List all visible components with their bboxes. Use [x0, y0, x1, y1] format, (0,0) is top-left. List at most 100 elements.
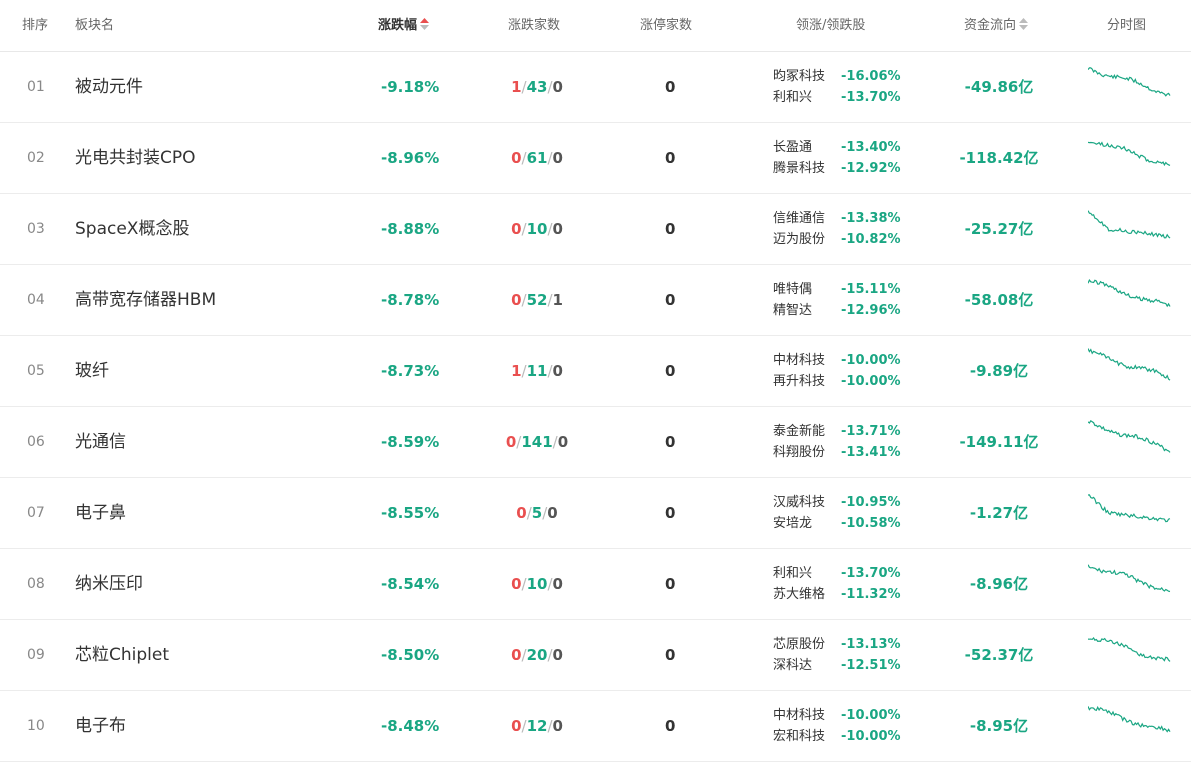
- leading-stock[interactable]: 汉威科技 -10.95%: [773, 492, 901, 513]
- up-down-counts: 0/5/0: [470, 478, 604, 548]
- rank-number: 05: [27, 363, 45, 379]
- rank-number: 09: [27, 647, 45, 663]
- change-pct: -8.54%: [381, 575, 440, 593]
- stock-name[interactable]: 中材科技: [773, 350, 841, 371]
- sector-name-link[interactable]: SpaceX概念股: [75, 194, 189, 264]
- table-row[interactable]: 02 光电共封装CPO -8.96% 0/61/0 0 长盈通 -13.40% 腾景科技 -12…: [0, 123, 1191, 194]
- down-count: 12: [526, 717, 548, 735]
- table-row[interactable]: 08 纳米压印 -8.54% 0/10/0 0 利和兴 -13.70% 苏大维格 -11.32%…: [0, 549, 1191, 620]
- leading-stock[interactable]: 精智达 -12.96%: [773, 300, 901, 321]
- change-pct: -8.96%: [381, 149, 440, 167]
- leading-stock[interactable]: 芯原股份 -13.13%: [773, 634, 901, 655]
- sparkline-path: [1088, 141, 1171, 167]
- stock-name[interactable]: 腾景科技: [773, 158, 841, 179]
- stock-name[interactable]: 中材科技: [773, 705, 841, 726]
- leading-stock[interactable]: 迈为股份 -10.82%: [773, 229, 901, 250]
- sector-name-link[interactable]: 高带宽存储器HBM: [75, 265, 216, 335]
- table-row[interactable]: 07 电子鼻 -8.55% 0/5/0 0 汉威科技 -10.95% 安培龙 -10.58% -1…: [0, 478, 1191, 549]
- fund-flow: -1.27亿: [969, 504, 1029, 522]
- leading-stock[interactable]: 信维通信 -13.38%: [773, 208, 901, 229]
- rank-number: 10: [27, 718, 45, 734]
- stock-name[interactable]: 迈为股份: [773, 229, 841, 250]
- sector-name-link[interactable]: 芯粒Chiplet: [75, 620, 169, 690]
- table-row[interactable]: 09 芯粒Chiplet -8.50% 0/20/0 0 芯原股份 -13.13% 深科达 -1…: [0, 620, 1191, 691]
- stock-change-pct: -10.82%: [841, 232, 901, 247]
- leading-stock[interactable]: 长盈通 -13.40%: [773, 137, 901, 158]
- header-up-down-counts: 涨跌家数: [508, 18, 561, 33]
- intraday-sparkline[interactable]: [1088, 348, 1172, 394]
- leading-stock[interactable]: 再升科技 -10.00%: [773, 371, 901, 392]
- down-count: 20: [526, 646, 548, 664]
- sector-name-link[interactable]: 被动元件: [75, 52, 143, 122]
- stock-name[interactable]: 安培龙: [773, 513, 841, 534]
- header-change-pct-sort[interactable]: 涨跌幅: [378, 0, 430, 51]
- sector-name-link[interactable]: 电子布: [75, 691, 126, 761]
- leading-stock[interactable]: 苏大维格 -11.32%: [773, 584, 901, 605]
- sparkline-path: [1088, 67, 1171, 97]
- leading-stock[interactable]: 泰金新能 -13.71%: [773, 421, 901, 442]
- limit-up-count: 0: [665, 575, 676, 593]
- leading-stock[interactable]: 唯特偶 -15.11%: [773, 279, 901, 300]
- leading-stock[interactable]: 腾景科技 -12.92%: [773, 158, 901, 179]
- stock-name[interactable]: 科翔股份: [773, 442, 841, 463]
- table-row[interactable]: 05 玻纤 -8.73% 1/11/0 0 中材科技 -10.00% 再升科技 -10.00% -…: [0, 336, 1191, 407]
- stock-name[interactable]: 汉威科技: [773, 492, 841, 513]
- stock-name[interactable]: 唯特偶: [773, 279, 841, 300]
- sector-name-link[interactable]: 玻纤: [75, 336, 109, 406]
- header-fund-flow-sort[interactable]: 资金流向: [964, 0, 1029, 51]
- stock-name[interactable]: 信维通信: [773, 208, 841, 229]
- intraday-sparkline[interactable]: [1088, 490, 1172, 536]
- table-row[interactable]: 06 光通信 -8.59% 0/141/0 0 泰金新能 -13.71% 科翔股份 -13.41…: [0, 407, 1191, 478]
- down-count: 141: [521, 433, 553, 451]
- table-row[interactable]: 03 SpaceX概念股 -8.88% 0/10/0 0 信维通信 -13.38% 迈为股份 -…: [0, 194, 1191, 265]
- leading-stock[interactable]: 中材科技 -10.00%: [773, 350, 901, 371]
- sparkline-path: [1088, 278, 1171, 308]
- fund-flow: -9.89亿: [969, 362, 1029, 380]
- up-down-counts: 0/61/0: [470, 123, 604, 193]
- stock-name[interactable]: 宏和科技: [773, 726, 841, 747]
- stock-name[interactable]: 长盈通: [773, 137, 841, 158]
- sector-name-link[interactable]: 光通信: [75, 407, 126, 477]
- leading-stock[interactable]: 利和兴 -13.70%: [773, 87, 901, 108]
- table-row[interactable]: 10 电子布 -8.48% 0/12/0 0 中材科技 -10.00% 宏和科技 -10.00%…: [0, 691, 1191, 762]
- intraday-sparkline[interactable]: [1088, 277, 1172, 323]
- stock-name[interactable]: 芯原股份: [773, 634, 841, 655]
- intraday-sparkline[interactable]: [1088, 703, 1172, 749]
- up-count: 0: [511, 717, 522, 735]
- stock-name[interactable]: 深科达: [773, 655, 841, 676]
- leading-stock[interactable]: 宏和科技 -10.00%: [773, 726, 901, 747]
- stock-change-pct: -13.70%: [841, 566, 901, 581]
- header-fund-flow-label: 资金流向: [964, 18, 1017, 33]
- flat-count: 0: [552, 362, 563, 380]
- sector-name-link[interactable]: 光电共封装CPO: [75, 123, 196, 193]
- leading-stock[interactable]: 利和兴 -13.70%: [773, 563, 901, 584]
- leading-stock[interactable]: 安培龙 -10.58%: [773, 513, 901, 534]
- stock-name[interactable]: 苏大维格: [773, 584, 841, 605]
- down-count: 52: [526, 291, 548, 309]
- stock-name[interactable]: 泰金新能: [773, 421, 841, 442]
- stock-name[interactable]: 昀冢科技: [773, 66, 841, 87]
- limit-up-count: 0: [665, 646, 676, 664]
- sector-name-link[interactable]: 纳米压印: [75, 549, 143, 619]
- stock-name[interactable]: 精智达: [773, 300, 841, 321]
- up-down-counts: 0/10/0: [470, 194, 604, 264]
- leading-stock[interactable]: 科翔股份 -13.41%: [773, 442, 901, 463]
- leading-stock[interactable]: 深科达 -12.51%: [773, 655, 901, 676]
- table-row[interactable]: 04 高带宽存储器HBM -8.78% 0/52/1 0 唯特偶 -15.11% 精智达 -12…: [0, 265, 1191, 336]
- stock-name[interactable]: 再升科技: [773, 371, 841, 392]
- intraday-sparkline[interactable]: [1088, 64, 1172, 110]
- intraday-sparkline[interactable]: [1088, 206, 1172, 252]
- stock-name[interactable]: 利和兴: [773, 87, 841, 108]
- up-count: 1: [511, 362, 522, 380]
- table-row[interactable]: 01 被动元件 -9.18% 1/43/0 0 昀冢科技 -16.06% 利和兴 -13.70%…: [0, 52, 1191, 123]
- intraday-sparkline[interactable]: [1088, 632, 1172, 678]
- leading-stock[interactable]: 中材科技 -10.00%: [773, 705, 901, 726]
- leading-stock[interactable]: 昀冢科技 -16.06%: [773, 66, 901, 87]
- stock-name[interactable]: 利和兴: [773, 563, 841, 584]
- up-down-counts: 0/10/0: [470, 549, 604, 619]
- sector-name-link[interactable]: 电子鼻: [75, 478, 126, 548]
- intraday-sparkline[interactable]: [1088, 135, 1172, 181]
- leading-stocks: 中材科技 -10.00% 宏和科技 -10.00%: [773, 705, 901, 747]
- intraday-sparkline[interactable]: [1088, 561, 1172, 607]
- intraday-sparkline[interactable]: [1088, 419, 1172, 465]
